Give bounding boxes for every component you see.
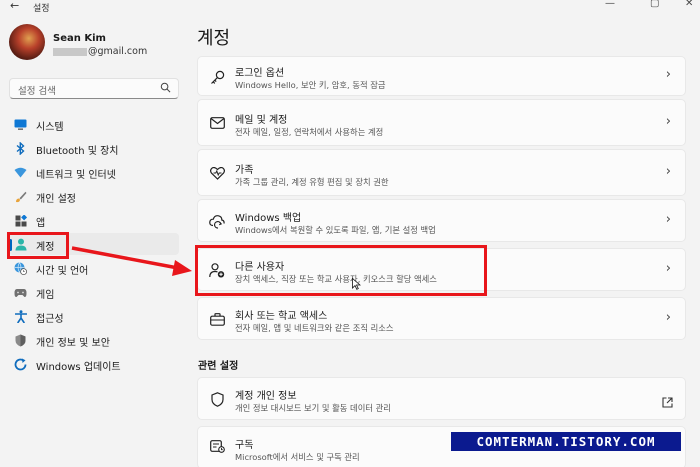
card-sign-in-options[interactable]: 로그인 옵션 Windows Hello, 보안 키, 암호, 동적 잠금 ›	[197, 56, 686, 96]
card-email-accounts[interactable]: 메일 및 계정 전자 메일, 일정, 연락처에서 사용하는 계정 ›	[197, 99, 686, 146]
avatar[interactable]	[9, 24, 45, 60]
sidebar-item-time-language[interactable]: 시간 및 언어	[9, 257, 179, 279]
annotation-highlight-accounts	[7, 232, 69, 259]
card-account-privacy[interactable]: 계정 개인 정보 개인 정보 대시보드 보기 및 활동 데이터 관리	[197, 377, 686, 420]
sidebar-item-label: 시간 및 언어	[36, 266, 89, 277]
card-title: 회사 또는 학교 액세스	[235, 311, 328, 322]
related-settings-heading: 관련 설정	[198, 361, 239, 372]
email-redaction	[53, 47, 87, 56]
email-suffix: @gmail.com	[88, 46, 148, 57]
card-title: Windows 백업	[235, 213, 302, 224]
card-description: Windows Hello, 보안 키, 암호, 동적 잠금	[235, 80, 386, 90]
sidebar-item-personalization[interactable]: 개인 설정	[9, 185, 179, 207]
card-description: 가족 그룹 관리, 계정 유형 편집 및 장치 권한	[235, 177, 389, 187]
watermark-banner: COMTERMAN.TISTORY.COM	[451, 432, 681, 451]
page-title: 계정	[197, 28, 231, 49]
sidebar-item-label: Bluetooth 및 장치	[36, 146, 119, 157]
shield-icon	[209, 391, 225, 407]
mouse-cursor-icon	[352, 278, 361, 290]
sidebar-item-label: 시스템	[36, 122, 64, 133]
card-title: 로그인 옵션	[235, 68, 285, 79]
search-icon[interactable]	[160, 82, 171, 93]
subscription-icon	[209, 438, 225, 454]
update-icon	[14, 358, 27, 371]
app-title: 설정	[33, 4, 50, 14]
card-description: 개인 정보 대시보드 보기 및 활동 데이터 관리	[235, 403, 391, 413]
sidebar-item-apps[interactable]: 앱	[9, 209, 179, 231]
sidebar-item-label: 개인 정보 및 보안	[36, 338, 110, 349]
accessibility-icon	[14, 310, 27, 323]
apps-icon	[14, 214, 27, 227]
annotation-highlight-other-users	[195, 245, 487, 296]
profile-email: @gmail.com	[53, 46, 147, 57]
search-box[interactable]	[9, 78, 179, 101]
card-title: 계정 개인 정보	[235, 391, 297, 402]
close-button[interactable]: ✕	[685, 0, 693, 9]
search-input[interactable]	[10, 82, 150, 101]
card-description: Microsoft에서 서비스 및 구독 관리	[235, 452, 360, 462]
mail-icon	[209, 115, 225, 131]
brush-icon	[14, 190, 27, 203]
chevron-right-icon: ›	[665, 164, 671, 179]
external-link-icon[interactable]	[662, 393, 673, 412]
sidebar-item-privacy[interactable]: 개인 정보 및 보안	[9, 329, 179, 351]
card-title: 구독	[235, 440, 254, 451]
card-description: 전자 메일, 앱 및 네트워크와 같은 조직 리소스	[235, 323, 394, 333]
bluetooth-icon	[14, 142, 27, 155]
sidebar-item-label: Windows 업데이트	[36, 362, 121, 373]
key-icon	[209, 69, 225, 85]
heart-icon	[209, 165, 225, 181]
card-title: 가족	[235, 165, 254, 176]
card-windows-backup[interactable]: Windows 백업 Windows에서 복원할 수 있도록 파일, 앱, 기본…	[197, 199, 686, 242]
monitor-icon	[14, 118, 27, 131]
chevron-right-icon: ›	[665, 261, 671, 276]
chevron-right-icon: ›	[665, 114, 671, 129]
sidebar-item-label: 게임	[36, 290, 55, 301]
card-title: 메일 및 계정	[235, 115, 288, 126]
sidebar-item-bluetooth[interactable]: Bluetooth 및 장치	[9, 137, 179, 159]
chevron-right-icon: ›	[665, 212, 671, 227]
sidebar-item-windows-update[interactable]: Windows 업데이트	[9, 353, 179, 375]
sidebar-item-label: 앱	[36, 218, 46, 229]
card-work-school-access[interactable]: 회사 또는 학교 액세스 전자 메일, 앱 및 네트워크와 같은 조직 리소스 …	[197, 297, 686, 340]
chevron-right-icon: ›	[665, 67, 671, 82]
sidebar-item-gaming[interactable]: 게임	[9, 281, 179, 303]
back-button[interactable]: ←	[10, 0, 19, 12]
sidebar-item-network[interactable]: 네트워크 및 인터넷	[9, 161, 179, 183]
chevron-right-icon: ›	[665, 310, 671, 325]
sidebar-item-system[interactable]: 시스템	[9, 113, 179, 135]
backup-icon	[209, 213, 225, 229]
title-bar: ← 설정 — ▢ ✕	[0, 0, 700, 14]
profile-name: Sean Kim	[53, 33, 106, 44]
globe-clock-icon	[14, 262, 27, 275]
sidebar-item-label: 개인 설정	[36, 194, 76, 205]
shield-icon	[14, 334, 27, 347]
gamepad-icon	[14, 286, 27, 299]
maximize-button[interactable]: ▢	[650, 0, 659, 9]
wifi-icon	[14, 166, 27, 179]
sidebar-item-label: 네트워크 및 인터넷	[36, 170, 116, 181]
card-family[interactable]: 가족 가족 그룹 관리, 계정 유형 편집 및 장치 권한 ›	[197, 149, 686, 196]
sidebar-item-label: 접근성	[36, 314, 64, 325]
card-description: Windows에서 복원할 수 있도록 파일, 앱, 기본 설정 백업	[235, 225, 436, 235]
briefcase-icon	[209, 311, 225, 327]
minimize-button[interactable]: —	[605, 0, 615, 9]
card-description: 전자 메일, 일정, 연락처에서 사용하는 계정	[235, 127, 384, 137]
sidebar-item-accessibility[interactable]: 접근성	[9, 305, 179, 327]
